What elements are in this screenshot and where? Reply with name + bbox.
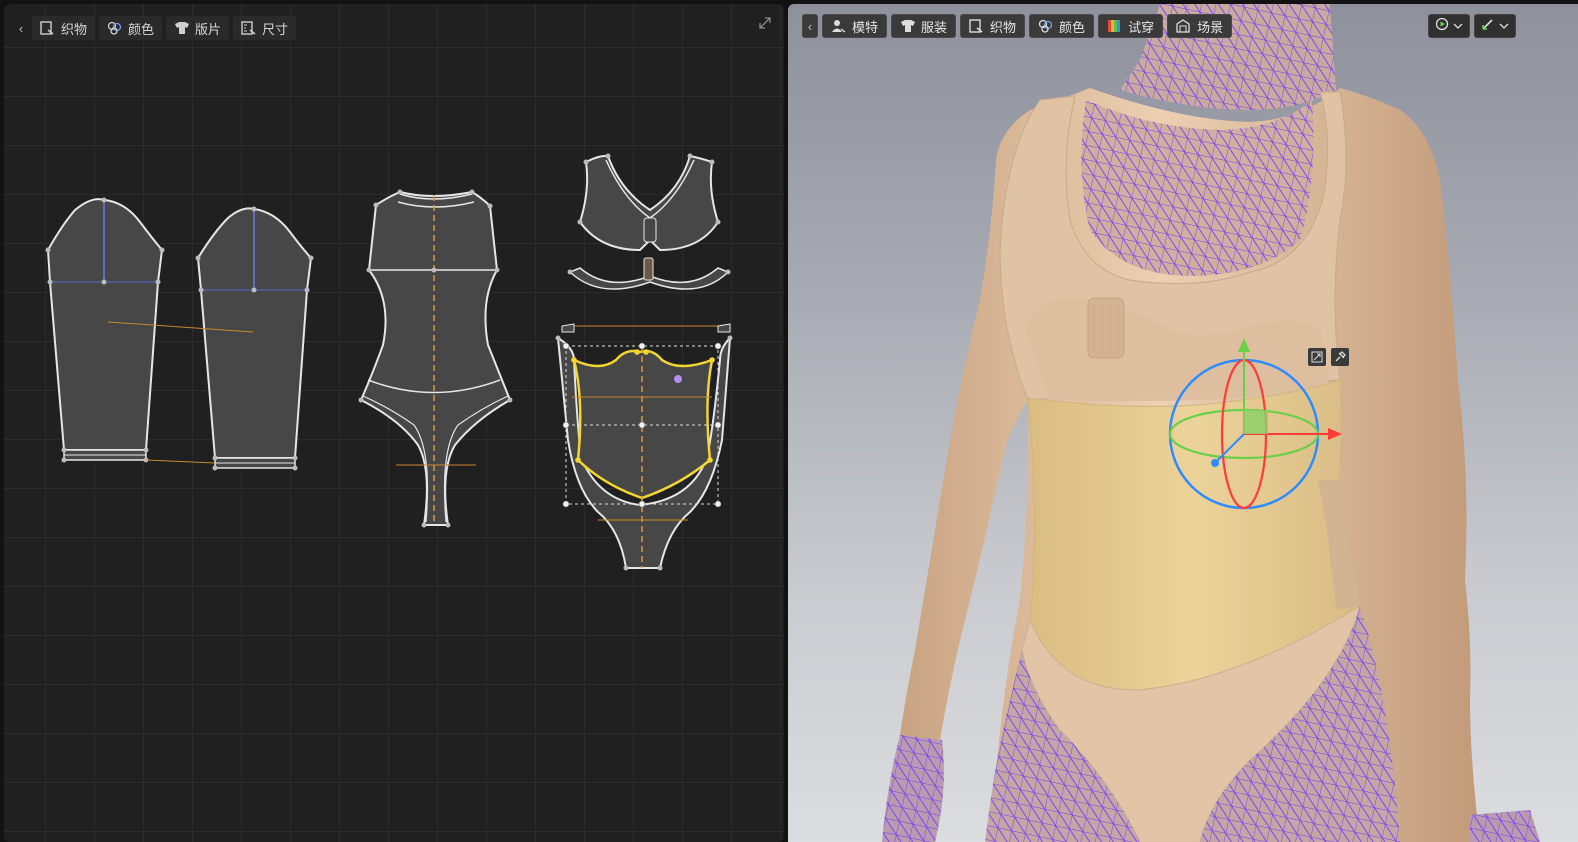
size-label: 尺寸 (262, 21, 289, 37)
tool-dropdown[interactable] (1474, 14, 1516, 38)
avatar-label: 模特 (852, 19, 879, 35)
avatar-scene[interactable] (788, 4, 1578, 842)
fabric-button[interactable]: 织物 (960, 14, 1026, 38)
arrow-tool-icon (1481, 17, 1495, 36)
expand-icon[interactable] (758, 16, 774, 32)
front-top-pattern[interactable] (567, 153, 731, 290)
avatar-hand-left (882, 735, 944, 842)
color-button[interactable]: 颜色 (99, 16, 163, 40)
chevron-down-icon (1453, 17, 1463, 35)
color-icon (1038, 19, 1054, 33)
fitting-label: 试穿 (1128, 19, 1155, 35)
collapse-toolbar-button[interactable]: ‹ (14, 16, 28, 40)
pattern-window[interactable]: ‹ 织物 颜色 版片 尺寸 (4, 4, 784, 842)
garment-icon (900, 19, 916, 33)
fabric-icon (40, 21, 56, 35)
gizmo-pin-icon[interactable] (1331, 348, 1349, 366)
fitting-icon (1107, 19, 1123, 33)
scene-icon (1176, 19, 1192, 33)
sleeve-pattern-right[interactable] (195, 206, 314, 471)
size-icon (241, 21, 257, 35)
front-bodysuit-pattern[interactable] (555, 323, 733, 571)
scene-button[interactable]: 场景 (1167, 14, 1233, 38)
fabric-icon (969, 19, 985, 33)
pattern-piece-button[interactable]: 版片 (166, 16, 230, 40)
pattern-piece-label: 版片 (195, 21, 222, 37)
playback-dropdown[interactable] (1428, 14, 1470, 38)
color-button[interactable]: 颜色 (1029, 14, 1095, 38)
pattern-piece-icon (174, 21, 190, 35)
avatar-button[interactable]: 模特 (822, 14, 888, 38)
avatar-icon (831, 19, 847, 33)
seam-line (145, 459, 216, 464)
avatar-hand-right (1470, 810, 1540, 842)
color-label: 颜色 (1059, 19, 1086, 35)
fabric-button[interactable]: 织物 (32, 16, 96, 40)
garment-label: 服装 (921, 19, 948, 35)
gizmo-scale-icon[interactable] (1308, 348, 1326, 366)
fitting-button[interactable]: 试穿 (1098, 14, 1164, 38)
color-label: 颜色 (128, 21, 155, 37)
3d-viewport[interactable]: ‹ 模特 服装 织物 颜色 试穿 场景 (788, 4, 1578, 842)
sleeve-pattern-left[interactable] (45, 197, 165, 463)
fabric-label: 织物 (61, 21, 88, 37)
pattern-canvas[interactable] (4, 4, 784, 842)
pattern-toolbar: ‹ 织物 颜色 版片 尺寸 (14, 16, 297, 40)
fabric-label: 织物 (990, 19, 1017, 35)
viewport-toolbar: ‹ 模特 服装 织物 颜色 试穿 场景 (802, 14, 1233, 38)
back-bodysuit-pattern[interactable] (358, 189, 513, 528)
play-icon (1435, 17, 1449, 36)
collapse-toolbar-button[interactable]: ‹ (802, 14, 818, 38)
chevron-down-icon (1499, 17, 1509, 35)
garment-button[interactable]: 服装 (891, 14, 957, 38)
color-icon (107, 21, 123, 35)
scene-label: 场景 (1197, 19, 1224, 35)
size-button[interactable]: 尺寸 (233, 16, 297, 40)
